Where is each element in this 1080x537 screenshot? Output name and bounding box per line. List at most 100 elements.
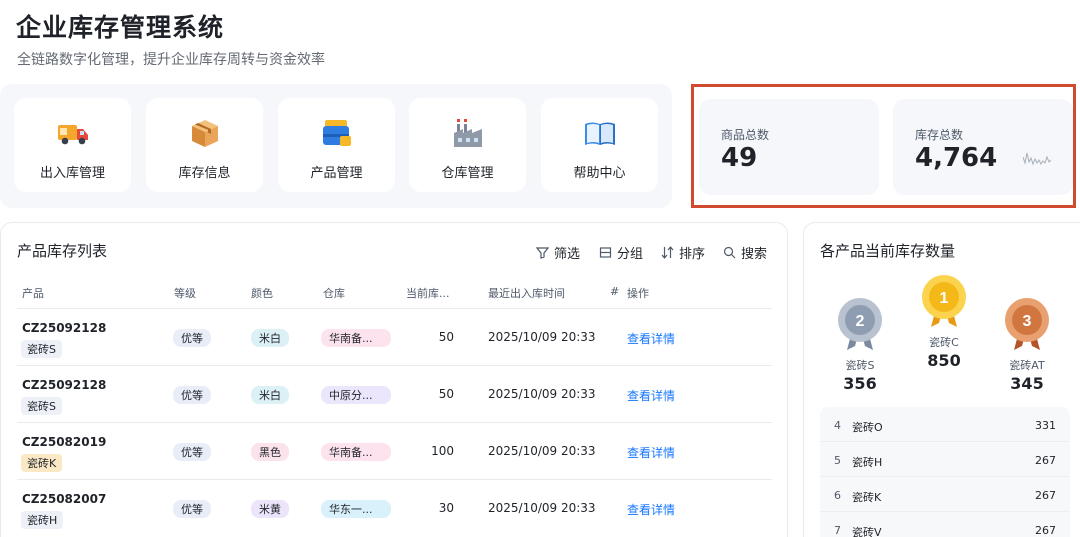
color-pill: 米白	[251, 386, 289, 404]
table-row: CZ25082007 瓷砖H 优等 米黄 华东一... 30 2025/10/0…	[17, 479, 772, 536]
podium-name: 瓷砖AT	[1009, 359, 1045, 372]
nav-label: 出入库管理	[39, 166, 105, 181]
stock-ranking-card: 各产品当前库存数量 2 瓷砖S 356 1 瓷砖C 850 3 瓷砖AT 345…	[803, 222, 1080, 537]
rank-value: 331	[1035, 419, 1056, 432]
podium-first: 1 瓷砖C 850	[904, 274, 984, 370]
qty-value: 50	[438, 330, 454, 344]
grade-pill: 优等	[173, 443, 211, 461]
rank-name: 瓷砖V	[852, 526, 882, 537]
medal-rank-text: 1	[940, 290, 949, 307]
filter-button[interactable]: 筛选	[536, 243, 580, 262]
gold-medal-icon: 1	[922, 275, 966, 327]
nav-card-product[interactable]: 产品管理	[278, 98, 395, 192]
podium-value: 345	[1010, 374, 1044, 393]
list-title: 产品库存列表	[17, 242, 108, 260]
podium-value: 850	[927, 351, 961, 370]
nav-card-help[interactable]: 帮助中心	[541, 98, 658, 192]
product-sub-tag: 瓷砖S	[21, 397, 62, 415]
view-details-link[interactable]: 查看详情	[627, 330, 675, 347]
group-label: 分组	[617, 247, 644, 262]
medal-rank-text: 3	[1023, 313, 1032, 330]
color-pill: 米白	[251, 329, 289, 347]
list-item: 7 瓷砖V 267	[820, 512, 1070, 537]
nav-label: 帮助中心	[573, 166, 626, 181]
search-button[interactable]: 搜索	[723, 243, 767, 262]
product-code: CZ25092128	[22, 378, 107, 392]
qty-value: 50	[438, 387, 454, 401]
qty-value: 30	[438, 501, 454, 515]
date-value: 2025/10/09 20:33	[488, 387, 596, 401]
rank-name: 瓷砖O	[852, 421, 883, 434]
date-value: 2025/10/09 20:33	[488, 444, 596, 458]
nav-card-inventory[interactable]: 库存信息	[146, 98, 263, 192]
rank-value: 267	[1035, 524, 1056, 537]
stat-value: 49	[721, 143, 758, 173]
group-button[interactable]: 分组	[599, 243, 643, 262]
stats-highlight-frame: 商品总数 49 库存总数 4,764	[691, 84, 1076, 208]
sparkline-icon	[1023, 152, 1051, 166]
column-header-hash[interactable]: #	[610, 285, 619, 298]
product-sub-tag: 瓷砖K	[21, 454, 63, 472]
sort-button[interactable]: 排序	[661, 243, 705, 262]
box-icon	[191, 120, 218, 147]
filter-label: 筛选	[554, 247, 581, 262]
table-row: CZ25092128 瓷砖S 优等 米白 华南备... 50 2025/10/0…	[17, 308, 772, 365]
qty-value: 100	[431, 444, 454, 458]
nav-label: 库存信息	[178, 166, 231, 181]
date-value: 2025/10/09 20:33	[488, 330, 596, 344]
podium-second: 2 瓷砖S 356	[820, 297, 900, 393]
column-header-warehouse[interactable]: 仓库	[323, 285, 345, 301]
ranking-title: 各产品当前库存数量	[820, 242, 956, 260]
bronze-medal-icon: 3	[1005, 298, 1049, 350]
view-details-link[interactable]: 查看详情	[627, 444, 675, 461]
list-item: 5 瓷砖H 267	[820, 442, 1070, 477]
grade-pill: 优等	[173, 329, 211, 347]
rank-name: 瓷砖H	[852, 456, 883, 469]
view-details-link[interactable]: 查看详情	[627, 387, 675, 404]
medal-rank-text: 2	[856, 313, 865, 330]
rank-value: 267	[1035, 454, 1056, 467]
column-header-grade[interactable]: 等级	[174, 285, 196, 301]
nav-card-inout[interactable]: 出入库管理	[14, 98, 131, 192]
column-header-date[interactable]: 最近出入库时间	[488, 285, 565, 301]
search-label: 搜索	[741, 247, 768, 262]
nav-label: 仓库管理	[441, 166, 494, 181]
rank-number: 7	[834, 524, 841, 537]
rank-number: 5	[834, 454, 841, 467]
truck-icon	[57, 125, 88, 145]
warehouse-pill: 华南备...	[321, 443, 391, 461]
stat-card-products: 商品总数 49	[699, 99, 879, 195]
column-header-qty[interactable]: 当前库...	[406, 285, 450, 301]
warehouse-pill: 华南备...	[321, 329, 391, 347]
podium-third: 3 瓷砖AT 345	[987, 297, 1067, 393]
quick-nav-panel: 出入库管理 库存信息 产品管理 仓库管理 帮助中心	[0, 84, 672, 208]
column-header-product[interactable]: 产品	[22, 285, 44, 301]
list-item: 6 瓷砖K 267	[820, 477, 1070, 512]
date-value: 2025/10/09 20:33	[488, 501, 596, 515]
column-header-color[interactable]: 颜色	[251, 285, 273, 301]
silver-medal-icon: 2	[838, 298, 882, 350]
product-code: CZ25082007	[22, 492, 107, 506]
table-row: CZ25092128 瓷砖S 优等 米白 中原分... 50 2025/10/0…	[17, 365, 772, 422]
stat-label: 商品总数	[721, 128, 770, 142]
page-subtitle: 全链路数字化管理，提升企业库存周转与资金效率	[17, 52, 325, 68]
column-header-action[interactable]: 操作	[627, 285, 649, 301]
list-item: 4 瓷砖O 331	[820, 407, 1070, 442]
table-row: CZ25082019 瓷砖K 优等 黑色 华南备... 100 2025/10/…	[17, 422, 772, 479]
grade-pill: 优等	[173, 386, 211, 404]
rank-number: 4	[834, 419, 841, 432]
search-icon	[723, 246, 736, 259]
page-title: 企业库存管理系统	[16, 13, 225, 42]
grade-pill: 优等	[173, 500, 211, 518]
filter-icon	[536, 247, 549, 259]
product-sub-tag: 瓷砖S	[21, 340, 62, 358]
color-pill: 黑色	[251, 443, 289, 461]
nav-card-warehouse[interactable]: 仓库管理	[409, 98, 526, 192]
stat-label: 库存总数	[915, 128, 964, 142]
warehouse-pill: 华东一...	[321, 500, 391, 518]
product-code: CZ25092128	[22, 321, 107, 335]
view-details-link[interactable]: 查看详情	[627, 501, 675, 518]
podium-name: 瓷砖C	[929, 336, 959, 349]
stat-card-inventory: 库存总数 4,764	[893, 99, 1073, 195]
rank-name: 瓷砖K	[852, 491, 882, 504]
